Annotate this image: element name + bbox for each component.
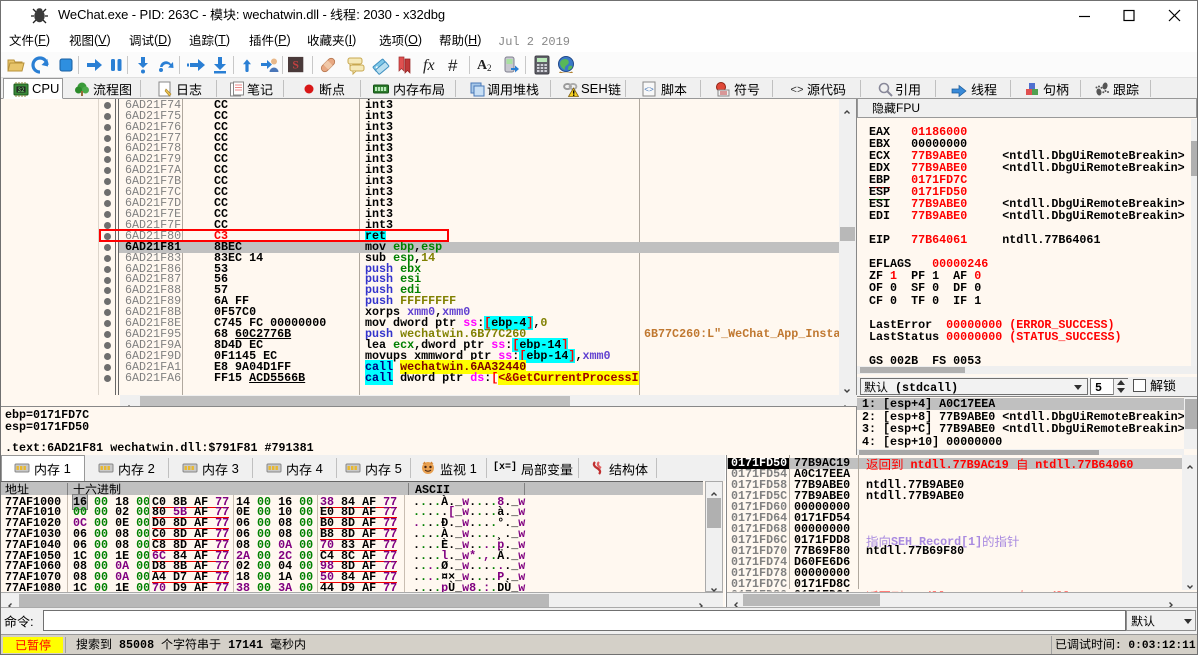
svg-text:#: #	[448, 56, 458, 75]
svg-text:<>: <>	[790, 85, 803, 97]
svg-text:32: 32	[17, 87, 25, 94]
svg-text:<>: <>	[644, 86, 654, 95]
svg-text:fx: fx	[423, 57, 435, 74]
svg-text:2: 2	[487, 63, 492, 73]
svg-text:S: S	[292, 59, 299, 72]
